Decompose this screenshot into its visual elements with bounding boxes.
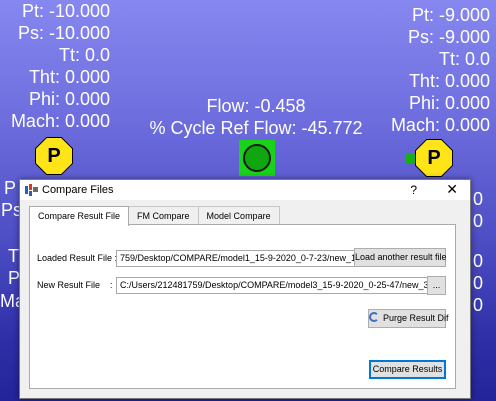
compare-results-button[interactable]: Compare Results bbox=[369, 360, 446, 379]
flow-element-ring bbox=[243, 144, 271, 172]
compare-files-dialog: Compare Files ? ✕ Compare Result File FM… bbox=[19, 179, 471, 399]
right-fragment-3: 0 bbox=[473, 251, 484, 271]
right-tht: Tht: 0.000 bbox=[408, 71, 490, 91]
right-fragment-1: 0 bbox=[473, 189, 484, 209]
new-result-file-label: New Result File bbox=[37, 280, 101, 290]
purge-button-label: Purge Result Dif bbox=[383, 313, 449, 323]
left-fragment-1: P bbox=[4, 178, 17, 198]
right-fragment-4: 0 bbox=[473, 273, 484, 293]
new-result-file-colon: : bbox=[110, 280, 113, 290]
right-station-values: Pt: -9.000 Ps: -9.000 Tt: 0.0 Tht: 0.000… bbox=[391, 4, 490, 136]
purge-result-dif-button[interactable]: Purge Result Dif bbox=[368, 309, 449, 328]
load-another-result-file-button[interactable]: Load another result file bbox=[354, 248, 447, 267]
right-ps: Ps: -9.000 bbox=[407, 27, 490, 47]
right-fragment-5: 0 bbox=[473, 295, 484, 315]
compare-result-file-panel: Loaded Result File : 759/Desktop/COMPARE… bbox=[29, 224, 456, 389]
right-fragment-2: 0 bbox=[473, 211, 484, 231]
left-pt: Pt: -10.000 bbox=[21, 1, 110, 21]
dialog-tabs: Compare Result File FM Compare Model Com… bbox=[29, 206, 280, 226]
cycle-ref-flow-label: % Cycle Ref Flow: -45.772 bbox=[149, 118, 363, 138]
left-mach: Mach: 0.000 bbox=[10, 111, 110, 131]
right-tt: Tt: 0.0 bbox=[438, 49, 490, 69]
flow-label: Flow: -0.458 bbox=[206, 96, 306, 116]
connector-right bbox=[275, 157, 407, 158]
right-node-symbol: P bbox=[427, 146, 441, 169]
close-icon[interactable]: ✕ bbox=[446, 181, 458, 198]
dialog-titlebar[interactable]: Compare Files ? ✕ bbox=[20, 180, 470, 200]
flow-element[interactable] bbox=[239, 140, 275, 176]
left-tt: Tt: 0.0 bbox=[58, 45, 110, 65]
flow-values: Flow: -0.458 % Cycle Ref Flow: -45.772 bbox=[140, 95, 372, 139]
tab-fm-compare[interactable]: FM Compare bbox=[128, 206, 199, 226]
loaded-result-file-field[interactable]: 759/Desktop/COMPARE/model1_15-9-2020_0-7… bbox=[116, 250, 355, 267]
loaded-result-file-label: Loaded Result File : bbox=[37, 253, 118, 263]
left-node-symbol: P bbox=[47, 144, 61, 167]
right-mach: Mach: 0.000 bbox=[390, 115, 490, 135]
left-fragment-3: T bbox=[8, 246, 19, 266]
tab-model-compare[interactable]: Model Compare bbox=[197, 206, 280, 226]
refresh-icon bbox=[369, 312, 379, 322]
left-tht: Tht: 0.000 bbox=[28, 67, 110, 87]
left-ps: Ps: -10.000 bbox=[17, 23, 110, 43]
app-icon bbox=[25, 184, 39, 196]
right-pt: Pt: -9.000 bbox=[411, 5, 490, 25]
new-result-file-field[interactable]: C:/Users/212481759/Desktop/COMPARE/model… bbox=[116, 277, 428, 294]
tab-compare-result-file[interactable]: Compare Result File bbox=[29, 206, 130, 226]
left-station-values: Pt: -10.000 Ps: -10.000 Tt: 0.0 Tht: 0.0… bbox=[0, 0, 110, 132]
connector-left bbox=[70, 157, 240, 158]
dialog-title: Compare Files bbox=[42, 184, 114, 196]
left-phi: Phi: 0.000 bbox=[28, 89, 110, 109]
help-icon[interactable]: ? bbox=[410, 183, 417, 197]
browse-button[interactable]: ... bbox=[427, 276, 446, 295]
right-phi: Phi: 0.000 bbox=[408, 93, 490, 113]
